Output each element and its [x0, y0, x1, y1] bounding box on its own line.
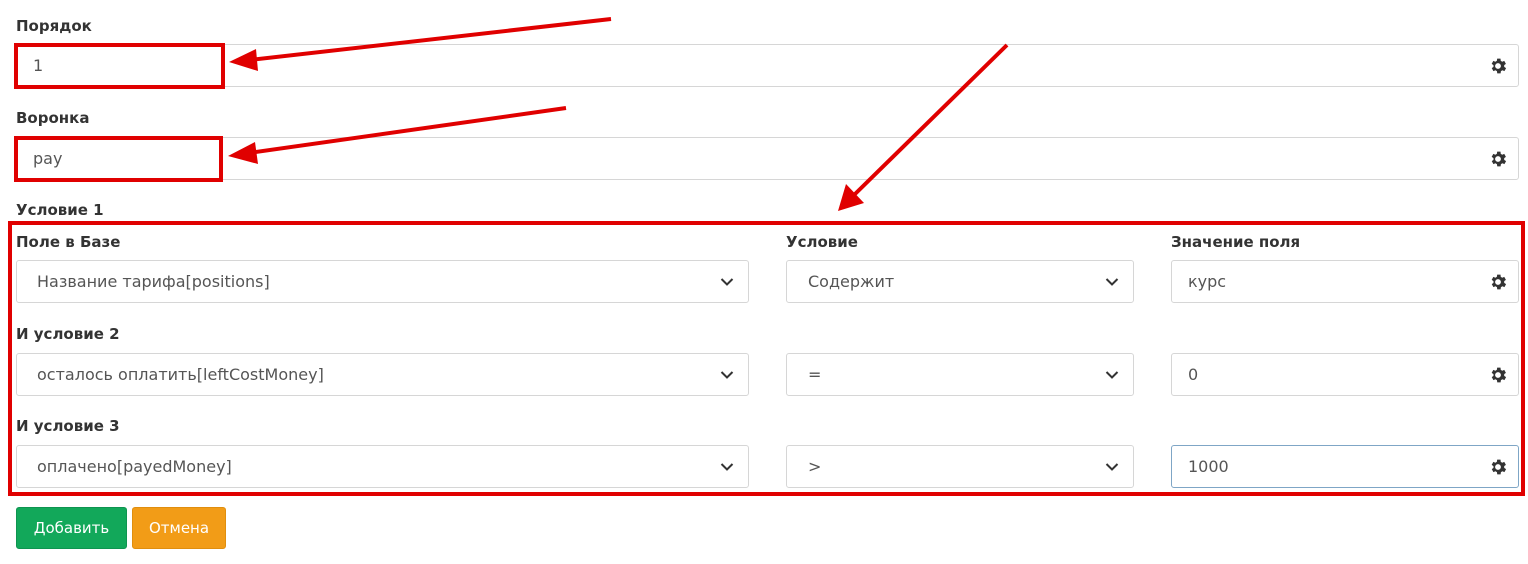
gear-icon[interactable] — [1488, 149, 1508, 169]
annotation-box-funnel — [14, 136, 223, 182]
cancel-button[interactable]: Отмена — [132, 507, 226, 549]
condition-1-heading: Условие 1 — [16, 201, 104, 219]
funnel-label: Воронка — [16, 109, 90, 127]
funnel-input[interactable]: pay — [16, 137, 1519, 180]
annotation-box-conditions — [8, 221, 1525, 496]
order-label: Порядок — [16, 17, 92, 35]
gear-icon[interactable] — [1488, 56, 1508, 76]
order-input[interactable]: 1 — [16, 44, 1519, 87]
annotation-box-order — [14, 43, 225, 89]
add-button[interactable]: Добавить — [16, 507, 127, 549]
